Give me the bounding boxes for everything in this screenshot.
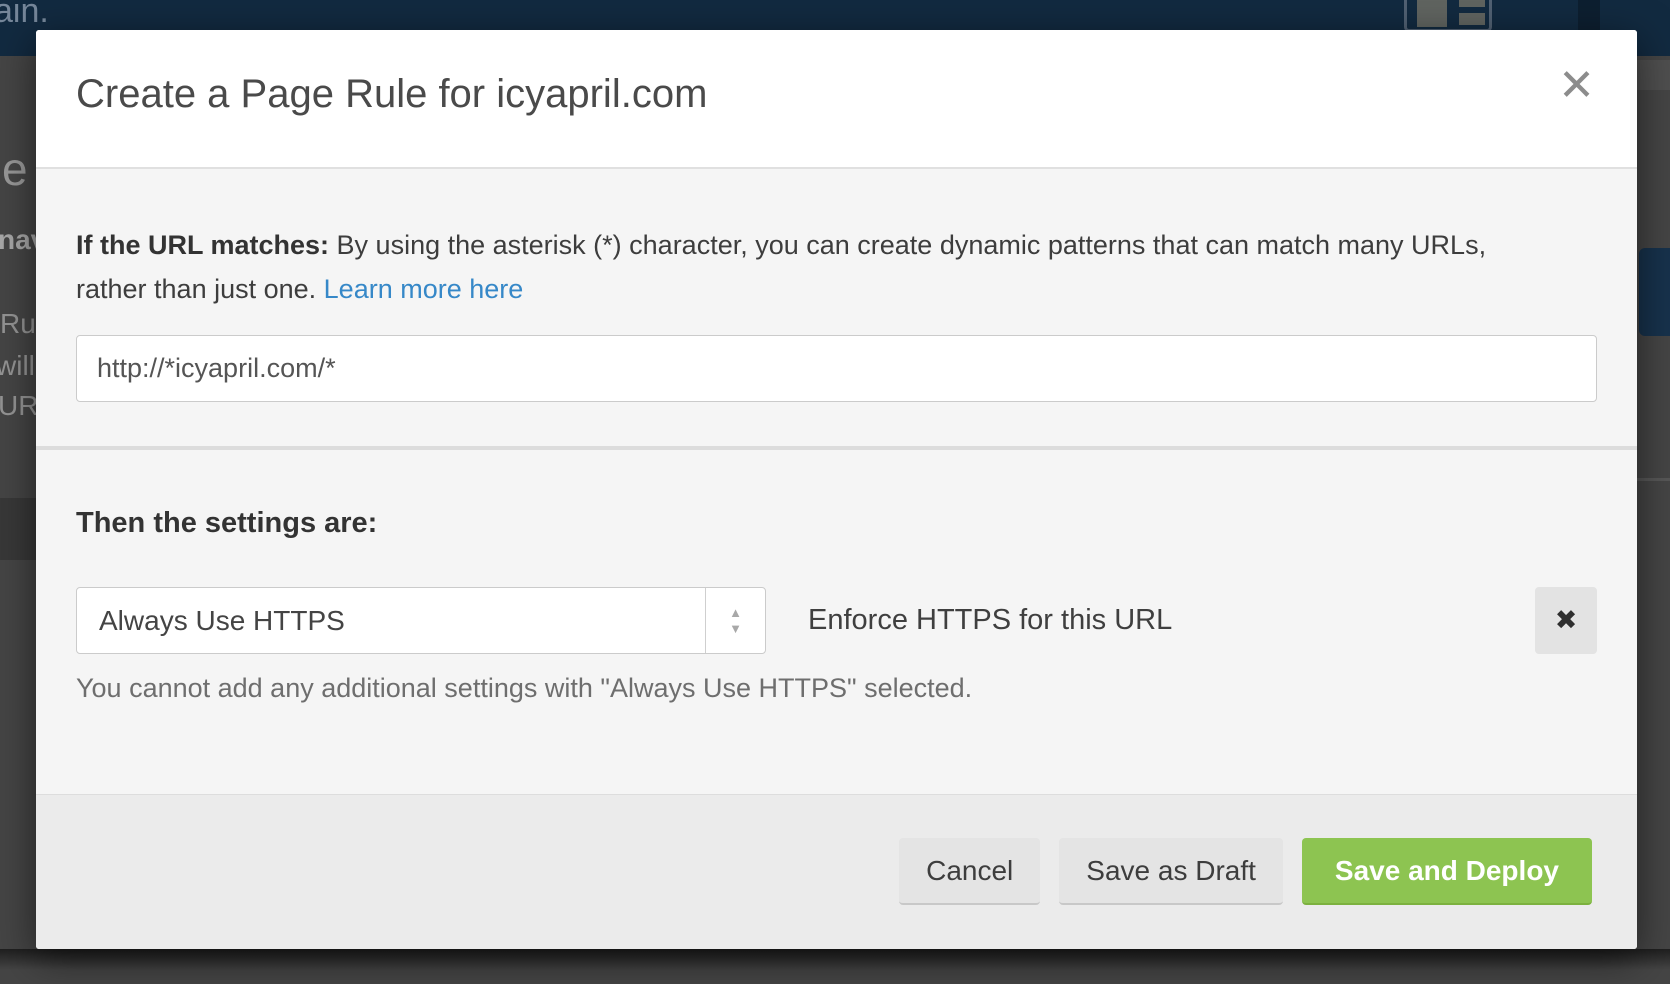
background-text-fragment: e	[2, 142, 28, 196]
close-icon[interactable]: ✕	[1558, 64, 1595, 108]
background-right-fragments	[1637, 56, 1670, 984]
modal-header: Create a Page Rule for icyapril.com ✕	[36, 30, 1637, 169]
layout-icon	[1404, 0, 1492, 32]
setting-select[interactable]: Always Use HTTPS ▲ ▼	[76, 587, 766, 654]
save-as-draft-button[interactable]: Save as Draft	[1059, 838, 1283, 905]
save-and-deploy-button[interactable]: Save and Deploy	[1302, 838, 1592, 905]
cancel-button[interactable]: Cancel	[899, 838, 1040, 905]
select-stepper-icon[interactable]: ▲ ▼	[705, 588, 765, 653]
page-background: ain. e nav Ru will UR Create a Page Rule…	[0, 0, 1670, 984]
background-blue-button-fragment	[1639, 248, 1670, 336]
remove-setting-button[interactable]: ✖	[1535, 587, 1597, 654]
settings-note: You cannot add any additional settings w…	[76, 670, 1597, 706]
url-match-label: If the URL matches:	[76, 230, 329, 260]
partial-toolbar-icon	[1578, 0, 1600, 32]
setting-row: Always Use HTTPS ▲ ▼ Enforce HTTPS for t…	[76, 587, 1597, 654]
url-match-description: If the URL matches: By using the asteris…	[76, 223, 1546, 311]
setting-select-value: Always Use HTTPS	[77, 605, 705, 637]
chevron-down-icon: ▼	[729, 622, 742, 635]
modal-body: If the URL matches: By using the asteris…	[36, 223, 1637, 706]
background-table-header-fragment	[0, 498, 36, 560]
settings-heading: Then the settings are:	[76, 506, 1597, 540]
background-text-fragment: nav	[0, 224, 36, 256]
background-text-fragment: will	[0, 350, 35, 382]
chevron-up-icon: ▲	[729, 606, 742, 619]
background-text-fragment: Ru	[0, 308, 36, 340]
topbar-text-fragment: ain.	[0, 0, 49, 31]
setting-description-label: Enforce HTTPS for this URL	[808, 604, 1172, 637]
url-pattern-input[interactable]	[76, 335, 1597, 402]
modal-title: Create a Page Rule for icyapril.com	[76, 72, 707, 117]
learn-more-link[interactable]: Learn more here	[324, 274, 524, 304]
modal-drop-shadow	[0, 949, 1670, 984]
remove-x-icon: ✖	[1555, 605, 1578, 636]
background-text-fragment: UR	[0, 390, 36, 422]
section-divider	[36, 446, 1637, 450]
modal-footer: Cancel Save as Draft Save and Deploy	[36, 794, 1637, 949]
page-rule-modal: Create a Page Rule for icyapril.com ✕ If…	[36, 30, 1637, 949]
background-left-fragments: e nav Ru will UR	[0, 56, 36, 984]
